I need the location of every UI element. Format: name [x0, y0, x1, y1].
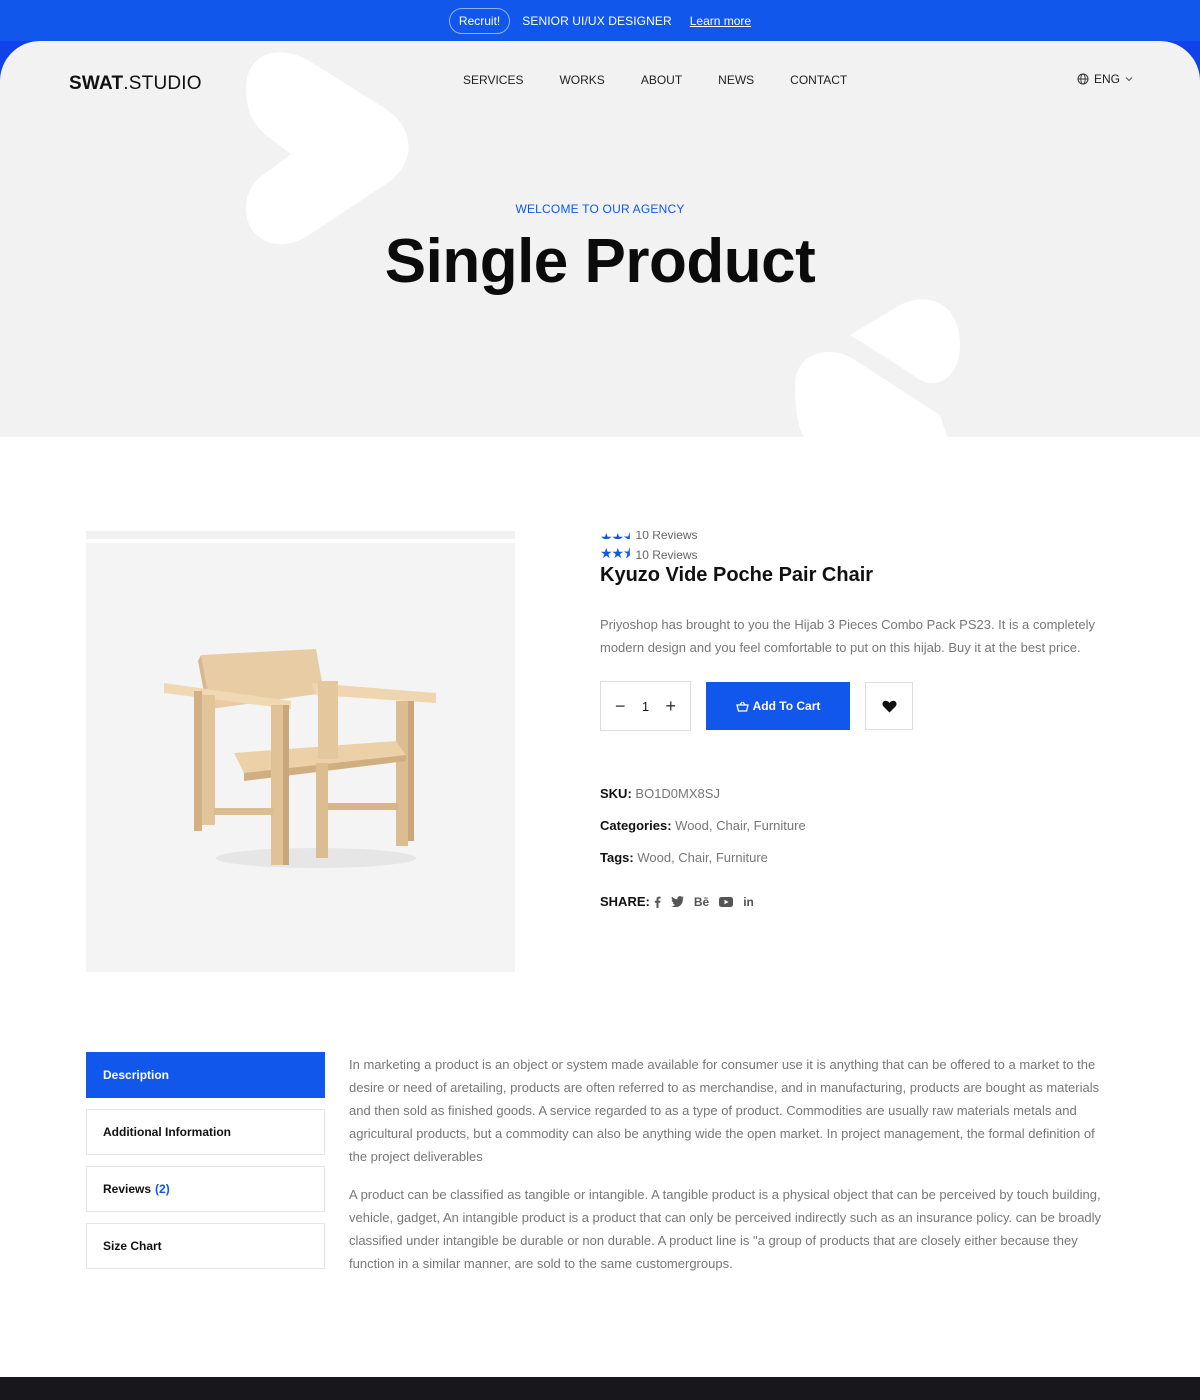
nav-item-news[interactable]: NEWS	[718, 73, 754, 87]
tags-label: Tags:	[600, 850, 634, 865]
hero-section: SWAT.STUDIO SERVICES WORKS ABOUT NEWS CO…	[0, 41, 1200, 437]
description-paragraph: A product can be classified as tangible …	[349, 1187, 1102, 1271]
sku-row: SKU: BO1D0MX8SJ	[600, 786, 720, 801]
plus-icon[interactable]: +	[665, 696, 676, 717]
recruit-bar: Recruit! SENIOR UI/UX DESIGNER Learn mor…	[0, 0, 1200, 41]
hero-eyebrow: WELCOME TO OUR AGENCY	[515, 202, 685, 216]
rating-duplicate: ★★⯨ 10 Reviews	[600, 531, 698, 539]
nav-item-about[interactable]: ABOUT	[641, 73, 682, 87]
learn-more-link[interactable]: Learn more	[690, 14, 751, 28]
tab-additional-information[interactable]: Additional Information	[86, 1109, 325, 1155]
twitter-icon[interactable]	[670, 896, 684, 907]
share-label: SHARE:	[600, 894, 650, 909]
tab-description[interactable]: Description	[86, 1052, 325, 1098]
recruit-badge: Recruit!	[448, 7, 511, 34]
quantity-stepper[interactable]: − 1 +	[600, 681, 691, 731]
youtube-icon[interactable]	[719, 896, 734, 907]
quantity-value[interactable]: 1	[642, 699, 649, 714]
gallery-strip	[86, 531, 515, 539]
categories-row: Categories: Wood, Chair, Furniture	[600, 818, 806, 833]
sku-label: SKU:	[600, 786, 632, 801]
page-title: Single Product	[384, 227, 816, 296]
heart-icon	[881, 700, 897, 712]
tab-label: Size Chart	[103, 1239, 162, 1253]
minus-icon[interactable]: −	[615, 696, 626, 717]
basket-icon	[735, 701, 749, 712]
chair-illustration	[164, 649, 436, 868]
reviews-count: 10 Reviews	[635, 548, 698, 562]
site-logo[interactable]: SWAT.STUDIO	[69, 73, 202, 95]
tab-size-chart[interactable]: Size Chart	[86, 1223, 325, 1269]
tags-row: Tags: Wood, Chair, Furniture	[600, 850, 768, 865]
recruit-role: SENIOR UI/UX DESIGNER	[522, 13, 672, 28]
sku-value: BO1D0MX8SJ	[635, 786, 720, 801]
tags-value[interactable]: Wood, Chair, Furniture	[637, 850, 768, 865]
product-short-description: Priyoshop has brought to you the Hijab 3…	[600, 617, 1095, 655]
tab-label: Reviews	[103, 1182, 152, 1196]
product-title: Kyuzo Vide Poche Pair Chair	[600, 564, 874, 586]
decorative-blob	[246, 52, 409, 245]
footer	[0, 1377, 1200, 1400]
description-paragraph: In marketing a product is an object or s…	[349, 1057, 1100, 1164]
tab-label: Additional Information	[103, 1125, 231, 1139]
add-to-cart-label: Add To Cart	[752, 699, 821, 713]
behance-icon[interactable]: Bē	[694, 895, 709, 909]
chevron-down-icon	[1125, 77, 1133, 82]
main-nav: SERVICES WORKS ABOUT NEWS CONTACT	[463, 73, 847, 87]
facebook-icon[interactable]	[654, 896, 661, 908]
add-to-cart-button[interactable]: Add To Cart	[706, 682, 850, 730]
reviews-tab-count: (2)	[155, 1182, 170, 1196]
globe-icon	[1077, 73, 1089, 85]
nav-item-services[interactable]: SERVICES	[463, 73, 523, 87]
categories-label: Categories:	[600, 818, 672, 833]
nav-item-contact[interactable]: CONTACT	[790, 73, 847, 87]
decorative-blob	[795, 299, 960, 437]
main-content: ★★⯨ 10 Reviews ★★⯨ 10 Reviews Kyuzo Vide …	[0, 437, 1200, 1377]
wishlist-button[interactable]	[865, 682, 913, 730]
product-image[interactable]	[86, 543, 515, 972]
linkedin-icon[interactable]: in	[743, 895, 754, 909]
language-selector[interactable]: ENG	[1077, 72, 1133, 86]
tab-label: Description	[103, 1068, 170, 1082]
categories-value[interactable]: Wood, Chair, Furniture	[675, 818, 806, 833]
language-label: ENG	[1094, 72, 1121, 86]
tab-content-description: In marketing a product is an object or s…	[349, 1053, 1114, 1275]
product-tabs: Description Additional Information Revie…	[86, 1052, 325, 1280]
tab-reviews[interactable]: Reviews (2)	[86, 1166, 325, 1212]
nav-item-works[interactable]: WORKS	[559, 73, 604, 87]
share-row: SHARE: Bē in	[600, 894, 754, 909]
